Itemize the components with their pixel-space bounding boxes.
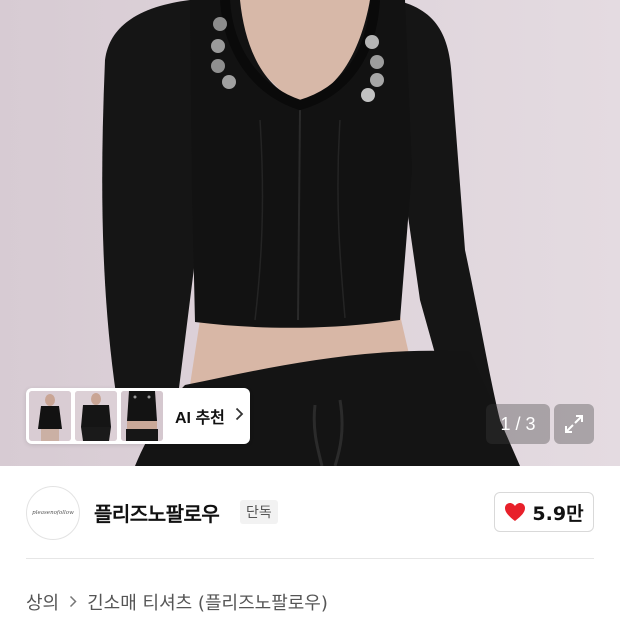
shop-logo[interactable]: pleasenofollow <box>26 486 80 540</box>
shop-info-row: pleasenofollow 플리즈노팔로우 단독 5.9만 <box>0 466 620 558</box>
product-image-gallery[interactable]: AI 추천 1 / 3 <box>0 0 620 466</box>
breadcrumb-subcategory[interactable]: 긴소매 티셔츠 (플리즈노팔로우) <box>87 589 328 615</box>
image-pager: 1 / 3 <box>486 404 550 444</box>
heart-icon <box>505 503 526 521</box>
like-button[interactable]: 5.9만 <box>494 492 594 532</box>
exclusive-badge: 단독 <box>240 500 278 524</box>
breadcrumb-category[interactable]: 상의 <box>26 589 59 615</box>
breadcrumb: 상의 긴소매 티셔츠 (플리즈노팔로우) <box>26 589 328 615</box>
like-count: 5.9만 <box>532 502 584 525</box>
expand-icon[interactable] <box>554 404 594 444</box>
thumbnail-1[interactable] <box>29 391 71 441</box>
ai-recommend-label: AI 추천 <box>175 410 225 427</box>
chevron-right-icon <box>69 593 77 612</box>
chevron-right-icon <box>235 407 244 425</box>
thumbnail-2[interactable] <box>75 391 117 441</box>
thumbnail-3[interactable] <box>121 391 163 441</box>
divider <box>26 558 594 559</box>
ai-recommend-card[interactable]: AI 추천 <box>26 388 250 444</box>
shop-logo-text: pleasenofollow <box>32 510 74 516</box>
shop-name[interactable]: 플리즈노팔로우 <box>94 498 220 527</box>
